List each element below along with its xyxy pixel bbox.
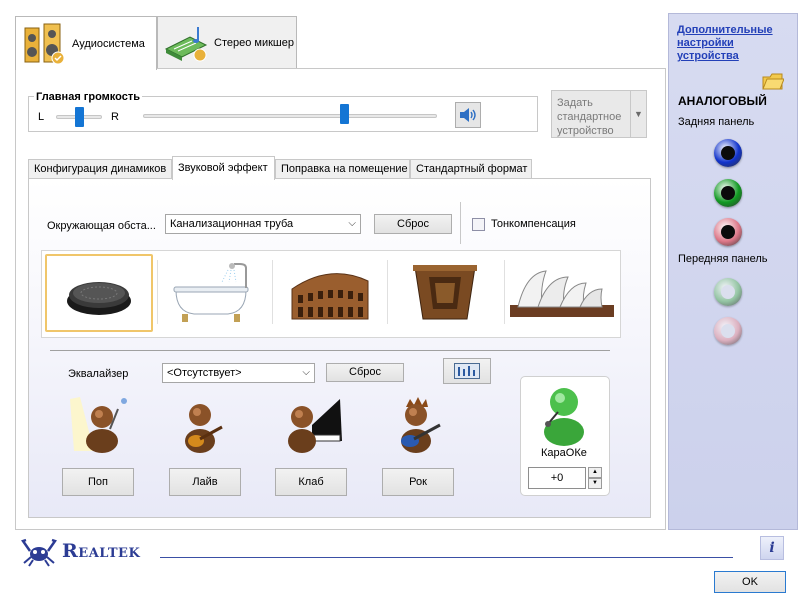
separator — [50, 350, 610, 351]
balance-left-label: L — [38, 111, 45, 123]
stone-corridor-icon — [413, 265, 477, 320]
preset-colosseum[interactable] — [276, 254, 384, 332]
equalizer-reset-button[interactable]: Сброс — [326, 363, 404, 382]
eq-rock-button[interactable]: Рок — [382, 468, 454, 496]
ok-button[interactable]: OK — [714, 571, 786, 593]
realtek-crab-logo-icon — [20, 537, 58, 570]
folder-icon[interactable] — [762, 71, 785, 94]
speaker-icon — [460, 108, 476, 122]
chevron-down-icon: ⌵ — [302, 367, 310, 378]
tab-label: Стерео микшер — [214, 37, 294, 49]
front-jack-green[interactable] — [714, 278, 742, 306]
mixer-icon — [164, 27, 208, 62]
equalizer-select-value: <Отсутствует> — [167, 367, 242, 379]
tab-stereo-mixer[interactable]: Стерео микшер — [157, 16, 297, 69]
environment-label: Окружающая обста... — [47, 220, 156, 232]
separator — [160, 557, 733, 558]
colosseum-icon — [291, 273, 369, 320]
set-default-device-label: Задать стандартное устройство — [557, 97, 622, 137]
rear-jack-blue[interactable] — [714, 139, 742, 167]
front-panel-label: Передняя панель — [678, 253, 768, 265]
rear-panel-label: Задняя панель — [678, 116, 755, 128]
rear-jack-green[interactable] — [714, 179, 742, 207]
advanced-device-settings-link[interactable]: Дополнительные настройки устройства — [677, 24, 787, 63]
equalizer-label: Эквалайзер — [68, 368, 129, 380]
karaoke-label: КараОКе — [541, 447, 587, 459]
environment-reset-button[interactable]: Сброс — [374, 214, 452, 234]
environment-select[interactable]: Канализационная труба ⌵ — [165, 214, 361, 234]
loudness-label: Тонкомпенсация — [491, 218, 576, 230]
environment-select-value: Канализационная труба — [170, 218, 294, 230]
balance-slider-thumb[interactable] — [75, 107, 84, 127]
chevron-down-icon: ⌵ — [348, 218, 356, 229]
karaoke-increment-button[interactable]: ▲ — [588, 467, 602, 478]
pop-singer-icon — [64, 395, 134, 458]
sewer-pipe-icon — [67, 282, 131, 315]
eq-live-button[interactable]: Лайв — [169, 468, 241, 496]
loudness-checkbox[interactable] — [472, 218, 485, 231]
preset-sewer-pipe[interactable] — [45, 254, 153, 332]
master-volume-slider-thumb[interactable] — [340, 104, 349, 124]
speakers-icon — [24, 23, 65, 64]
divider — [387, 260, 388, 324]
divider — [460, 202, 461, 244]
bathtub-icon — [173, 263, 249, 322]
rock-guitarist-icon — [394, 395, 444, 458]
live-guitarist-icon — [178, 395, 228, 458]
analog-mode-label: АНАЛОГОВЫЙ — [678, 94, 767, 108]
master-volume-slider-track[interactable] — [143, 114, 437, 118]
karaoke-value-field[interactable]: +0 — [528, 467, 586, 489]
opera-house-icon — [510, 270, 614, 317]
divider — [157, 260, 158, 324]
balance-right-label: R — [111, 111, 119, 123]
tab-label: Аудиосистема — [72, 37, 145, 50]
preset-bathroom[interactable] — [160, 254, 268, 332]
rear-jack-pink[interactable] — [714, 218, 742, 246]
club-pianist-icon — [282, 395, 346, 458]
tab-audio-system[interactable]: Аудиосистема — [15, 16, 157, 70]
tab-sound-effects[interactable]: Звуковой эффект — [172, 156, 275, 180]
karaoke-singer-icon — [538, 378, 590, 449]
info-button[interactable]: i — [760, 536, 784, 560]
master-volume-title: Главная громкость — [34, 91, 143, 103]
eq-pop-button[interactable]: Поп — [62, 468, 134, 496]
divider — [504, 260, 505, 324]
eq-club-button[interactable]: Клаб — [275, 468, 347, 496]
dropdown-arrow-icon[interactable]: ▼ — [630, 91, 646, 137]
set-default-device-button[interactable]: Задать стандартное устройство ▼ — [551, 90, 647, 138]
equalizer-icon — [454, 363, 480, 379]
tab-default-format[interactable]: Стандартный формат — [410, 159, 532, 179]
tab-speaker-configuration[interactable]: Конфигурация динамиков — [28, 159, 172, 179]
karaoke-decrement-button[interactable]: ▼ — [588, 478, 602, 489]
preset-stone-corridor[interactable] — [391, 254, 499, 332]
preset-opera-house[interactable] — [508, 254, 616, 332]
equalizer-select[interactable]: <Отсутствует> ⌵ — [162, 363, 315, 383]
tab-room-correction[interactable]: Поправка на помещение — [275, 159, 410, 179]
graphic-equalizer-button[interactable] — [443, 358, 491, 384]
info-icon: i — [769, 540, 775, 556]
mute-button[interactable] — [455, 102, 481, 128]
realtek-logo-text: Realtek — [62, 540, 141, 562]
divider — [272, 260, 273, 324]
front-jack-pink[interactable] — [714, 317, 742, 345]
